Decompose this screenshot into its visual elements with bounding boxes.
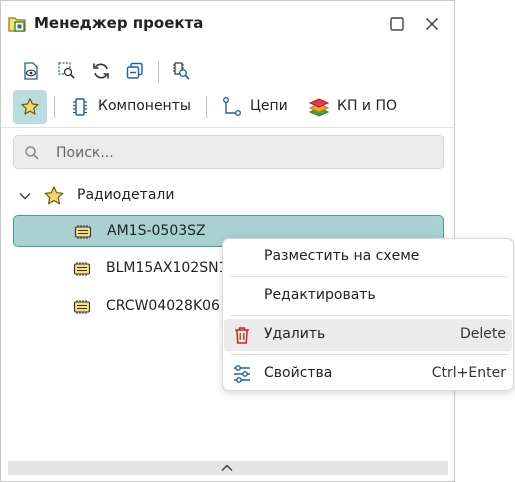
tree-item-label: CRCW04028K06 (106, 298, 220, 314)
menu-item-shortcut: Delete (460, 326, 506, 342)
tabs-separator (206, 96, 207, 118)
find-icon (58, 62, 75, 79)
menu-item-label: Свойства (264, 365, 333, 381)
divider (1, 127, 454, 128)
trash-icon (235, 327, 249, 344)
chip-icon (74, 225, 92, 239)
tree-item-label: BLM15AX102SN1 (106, 260, 228, 276)
menu-item-label: Удалить (264, 326, 326, 342)
context-menu: Разместить на схеме Редактировать Удалит… (222, 238, 514, 391)
tab-nets[interactable]: Цепи (221, 90, 301, 124)
view-document-icon (24, 62, 38, 80)
close-icon (425, 17, 439, 31)
find-button[interactable] (53, 57, 81, 85)
chip-icon (73, 262, 91, 276)
collapse-button[interactable] (121, 57, 149, 85)
find-component-button[interactable] (167, 57, 195, 85)
tab-components-label: Компоненты (98, 98, 191, 114)
search-box (13, 135, 444, 169)
project-manager-icon (7, 13, 29, 35)
component-icon (73, 98, 87, 116)
search-icon (25, 146, 39, 160)
title-bar: Менеджер проекта (1, 1, 454, 47)
view-tabs-bar: Компоненты Цепи КП и ПО (13, 90, 443, 124)
menu-item-properties[interactable]: Свойства Ctrl+Enter (224, 358, 512, 390)
tabs-separator (54, 96, 55, 118)
menu-item-delete[interactable]: Удалить Delete (224, 319, 512, 351)
menu-divider (231, 315, 509, 316)
refresh-icon (93, 63, 109, 79)
net-icon (223, 97, 241, 116)
maximize-icon (390, 17, 404, 31)
view-document-button[interactable] (17, 57, 45, 85)
menu-item-label: Разместить на схеме (264, 248, 420, 264)
menu-item-place-on-schematic[interactable]: Разместить на схеме (224, 241, 512, 273)
close-button[interactable] (421, 13, 443, 35)
search-input[interactable] (56, 142, 426, 164)
favorites-button[interactable] (13, 90, 47, 124)
panel-title: Менеджер проекта (34, 14, 204, 32)
tree-node-label: Радиодетали (77, 187, 175, 203)
menu-divider (231, 276, 509, 277)
find-component-icon (173, 62, 190, 80)
tree-item-label: AM1S-0503SZ (107, 223, 206, 239)
maximize-button[interactable] (386, 13, 408, 35)
menu-item-label: Редактировать (264, 287, 376, 303)
toolbar-separator (158, 61, 159, 83)
chip-icon (73, 300, 91, 314)
tab-pads-and-vias[interactable]: КП и ПО (308, 90, 408, 124)
refresh-button[interactable] (87, 57, 115, 85)
chevron-down-icon[interactable] (17, 188, 33, 204)
chevron-up-icon (221, 464, 233, 472)
star-icon (44, 186, 64, 205)
layers-icon (308, 98, 330, 117)
menu-item-shortcut: Ctrl+Enter (431, 365, 506, 381)
tab-pads-and-vias-label: КП и ПО (337, 98, 398, 114)
menu-divider (231, 354, 509, 355)
tree-node-radioparts[interactable]: Радиодетали (17, 183, 317, 209)
star-icon (21, 98, 39, 115)
collapse-icon (126, 62, 143, 79)
expand-panel-handle[interactable] (8, 461, 448, 475)
toolbar (15, 57, 435, 85)
tab-components[interactable]: Компоненты (69, 90, 194, 124)
settings-sliders-icon (234, 365, 250, 383)
tab-nets-label: Цепи (250, 98, 288, 114)
menu-item-edit[interactable]: Редактировать (224, 280, 512, 312)
